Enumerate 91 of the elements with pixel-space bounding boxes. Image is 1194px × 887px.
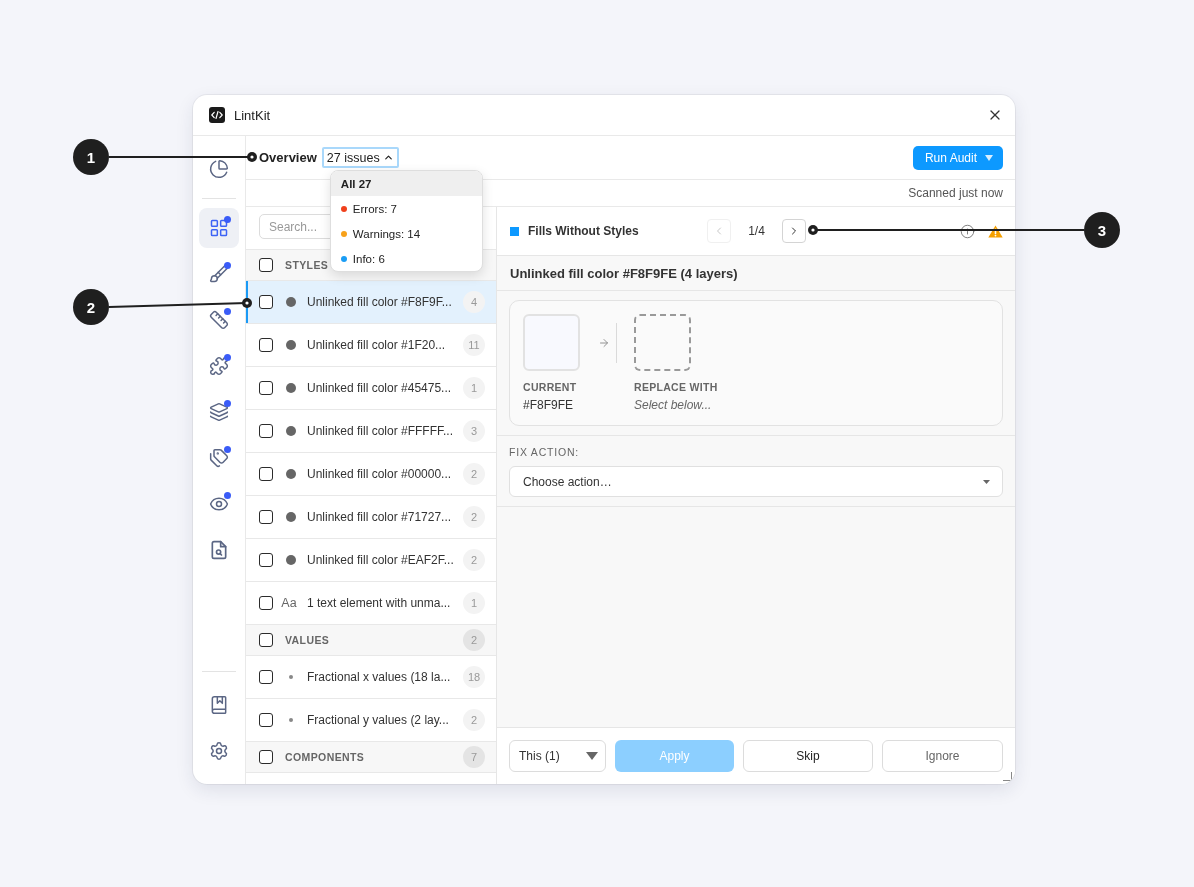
issue-label: Unlinked fill color #1F20... [307,338,446,352]
checkbox[interactable] [259,258,273,272]
current-value: #F8F9FE [523,398,574,412]
caret-icon [985,154,993,161]
count-badge: 3 [463,420,485,442]
checkbox[interactable] [259,381,273,395]
menu-item[interactable]: Warnings: 14 [330,221,482,246]
issues-filter[interactable]: 27 issues [321,147,399,168]
action-select[interactable]: Choose action… [509,466,1003,497]
menu-item[interactable]: Errors: 7 [330,196,482,221]
ruler-icon [209,310,229,330]
issue-label: Fractional x values (18 la... [307,670,451,684]
empty-swatch-icon [634,314,691,371]
issue-title: Unlinked fill color #F8F9FE (4 layers) [510,265,738,281]
checkbox[interactable] [259,467,273,481]
section-title: VALUES [285,634,330,646]
count-badge: 11 [463,334,485,356]
issue-row[interactable]: Unlinked fill color #F8F9F... 4 [246,281,496,324]
settings-icon [209,741,229,761]
dot-icon [286,297,296,307]
page-title: Overview [259,150,317,165]
bullet-icon [289,675,293,679]
menu-item[interactable]: All 27 [330,171,482,196]
callout-marker: 3 [1084,212,1120,248]
issue-label: Unlinked fill color #F8F9F... [307,295,452,309]
file-search-icon [209,540,229,560]
issue-label: Unlinked fill color #FFFFF... [307,424,454,438]
issue-label: Unlinked fill color #71727... [307,510,452,524]
brush-icon [209,264,229,284]
issue-label: Unlinked fill color #00000... [307,467,452,481]
warning-icon [988,224,1003,238]
checkbox[interactable] [259,338,273,352]
page-counter: 1/4 [748,224,765,238]
dot-icon [286,512,296,522]
puzzle-icon [209,356,229,376]
dot-icon [286,469,296,479]
resize-grip-icon[interactable] [1003,772,1012,781]
book-icon [209,695,229,715]
scope-select[interactable]: This (1) [509,740,606,772]
count-badge: 2 [463,463,485,485]
tag-icon [209,448,229,468]
checkbox[interactable] [259,713,273,727]
count-badge: 4 [463,291,485,313]
replace-label: REPLACE WITH [634,381,718,393]
count-badge: 2 [463,549,485,571]
action-button[interactable]: Ignore [882,740,1003,772]
count-badge: 2 [463,629,485,651]
checkbox[interactable] [259,424,273,438]
caret-icon [983,479,990,484]
count-badge: 2 [463,506,485,528]
info-icon[interactable] [960,223,975,239]
checkbox[interactable] [259,295,273,309]
current-label: CURRENT [523,381,578,393]
issue-label: Unlinked fill color #EAF2F... [307,553,454,567]
window-title: LintKit [234,107,271,123]
count-badge: 18 [463,666,485,688]
section-title: COMPONENTS [285,751,365,763]
text-style-glyph: Aa [281,596,297,610]
rule-title: Fills Without Styles [528,224,639,238]
count-badge: 2 [463,709,485,731]
checkbox[interactable] [259,553,273,567]
layers-icon [209,402,229,422]
action-button[interactable]: Skip [743,740,873,772]
checkbox[interactable] [259,670,273,684]
checkbox[interactable] [259,633,273,647]
replace-hint: Select below... [634,398,713,412]
section-title: STYLES [285,259,329,271]
callout-marker: 2 [73,289,109,325]
pie-chart-icon [209,159,229,179]
dot-icon [286,383,296,393]
grid-icon [209,218,229,238]
checkbox[interactable] [259,596,273,610]
code-logo-icon [209,107,225,123]
checkbox[interactable] [259,510,273,524]
bullet-icon [289,718,293,722]
arrow-right-icon [598,336,610,349]
count-badge: 7 [463,746,485,768]
count-badge: 1 [463,377,485,399]
dot-icon [286,555,296,565]
checkbox[interactable] [259,750,273,764]
menu-item[interactable]: Info: 6 [330,246,482,271]
dot-icon [286,340,296,350]
issue-label: Unlinked fill color #45475... [307,381,452,395]
dot-icon [286,426,296,436]
fix-action-label: FIX ACTION: [509,446,581,460]
scan-status: Scanned just now [908,186,1003,200]
issue-label: 1 text element with unma... [307,596,451,610]
issue-label: Fractional y values (2 lay... [307,713,449,727]
callout-marker: 1 [73,139,109,175]
caret-icon [586,752,598,760]
count-badge: 1 [463,592,485,614]
